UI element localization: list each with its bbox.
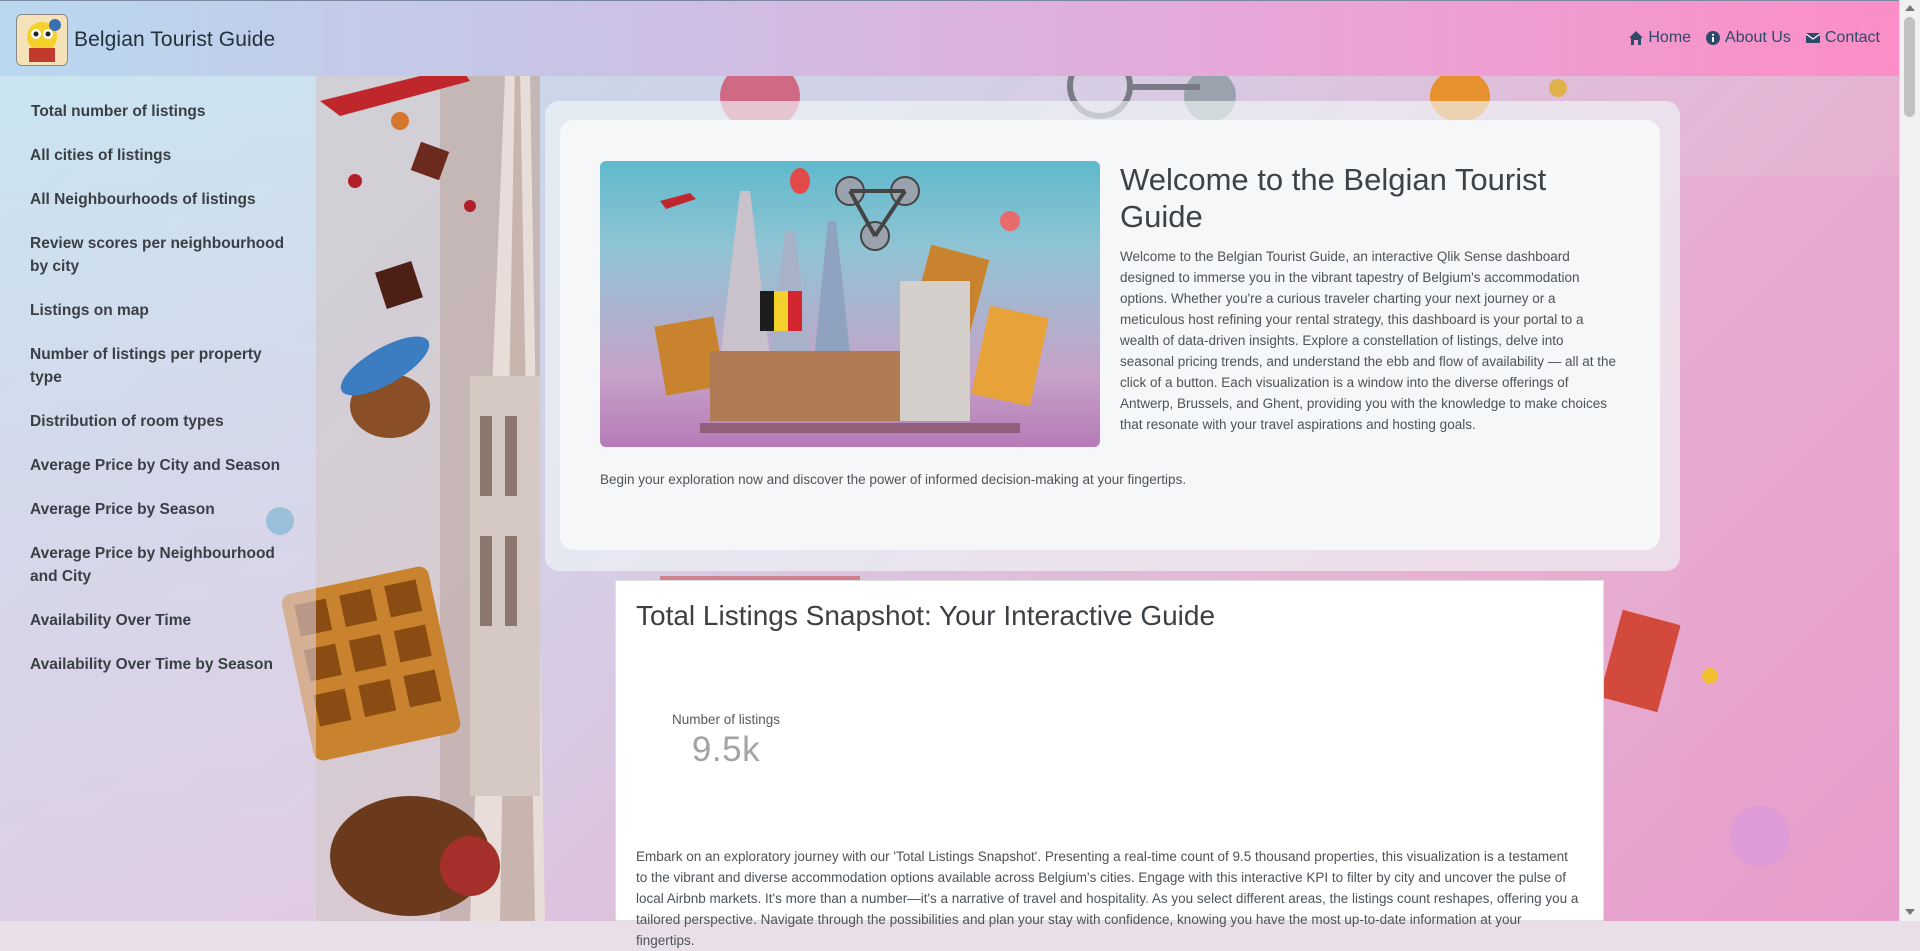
sidebar-item-listings-map[interactable]: Listings on map: [30, 299, 290, 322]
nav-about-link[interactable]: About Us: [1705, 29, 1791, 47]
welcome-cta-text: Begin your exploration now and discover …: [600, 472, 1187, 487]
sidebar: Total number of listings All cities of l…: [0, 76, 316, 921]
sidebar-item-price-season[interactable]: Average Price by Season: [30, 498, 290, 521]
nav-links: Home About Us Contact: [1628, 29, 1880, 47]
nav-home-link[interactable]: Home: [1628, 29, 1691, 47]
snapshot-title: Total Listings Snapshot: Your Interactiv…: [636, 600, 1216, 631]
brand-logo: [16, 14, 68, 66]
welcome-card: Welcome to the Belgian Tourist Guide Wel…: [560, 120, 1660, 550]
welcome-title: Welcome to the Belgian Tourist Guide: [1120, 162, 1547, 234]
kpi-value: 9.5k: [691, 730, 761, 769]
sidebar-item-price-city-season[interactable]: Average Price by City and Season: [30, 454, 290, 477]
app-title[interactable]: Belgian Tourist Guide: [74, 28, 275, 52]
sidebar-item-all-cities[interactable]: All cities of listings: [30, 144, 290, 167]
sidebar-item-room-types[interactable]: Distribution of room types: [30, 410, 290, 433]
nav-about-label[interactable]: About Us: [1725, 29, 1791, 47]
brand[interactable]: Belgian Tourist Guide: [16, 14, 275, 66]
nav-contact-link[interactable]: Contact: [1805, 29, 1880, 47]
hero-image: [600, 161, 1100, 447]
sidebar-item-price-neighbourhood[interactable]: Average Price by Neighbourhood and City: [30, 542, 290, 588]
sidebar-menu: Total number of listings All cities of l…: [0, 76, 316, 676]
total-listings-card: Total Listings Snapshot: Your Interactiv…: [615, 580, 1604, 948]
snapshot-description: Embark on an exploratory journey with ou…: [636, 849, 1579, 948]
welcome-description: Welcome to the Belgian Tourist Guide, an…: [1120, 249, 1617, 432]
scroll-down-arrow-icon[interactable]: [1905, 909, 1915, 915]
page-scrollbar[interactable]: [1899, 0, 1920, 921]
nav-home-label[interactable]: Home: [1648, 29, 1691, 47]
scroll-up-arrow-icon[interactable]: [1905, 5, 1915, 11]
sidebar-item-all-neighbourhoods[interactable]: All Neighbourhoods of listings: [30, 188, 290, 211]
listings-kpi[interactable]: Number of listings 9.5k: [651, 712, 801, 770]
envelope-icon: [1805, 33, 1821, 43]
sidebar-item-review-scores[interactable]: Review scores per neighbourhood by city: [30, 232, 290, 278]
sidebar-item-availability[interactable]: Availability Over Time: [30, 609, 290, 632]
sidebar-item-availability-season[interactable]: Availability Over Time by Season: [30, 653, 290, 676]
sidebar-item-property-type[interactable]: Number of listings per property type: [30, 343, 290, 389]
home-icon: [1629, 31, 1644, 45]
info-icon: [1706, 31, 1721, 45]
nav-contact-label[interactable]: Contact: [1825, 29, 1880, 47]
kpi-label: Number of listings: [671, 712, 781, 727]
sidebar-item-total-listings[interactable]: Total number of listings: [31, 100, 291, 123]
top-navbar: Belgian Tourist Guide Home About Us Cont…: [0, 0, 1900, 76]
scroll-thumb[interactable]: [1904, 17, 1915, 117]
